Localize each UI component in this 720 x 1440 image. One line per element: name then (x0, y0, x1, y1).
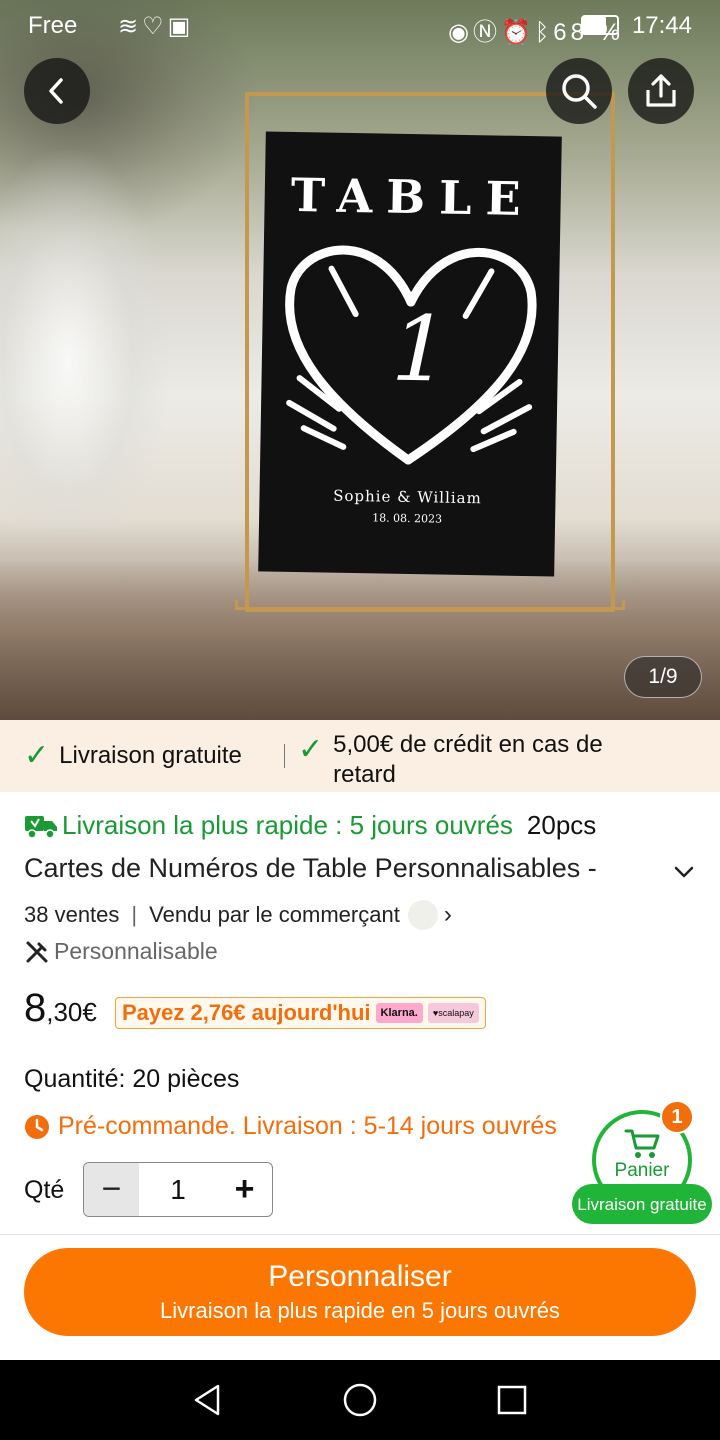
late-credit-label: 5,00€ de crédit en cas de retard (333, 731, 603, 788)
personalize-button[interactable]: Personnaliser Livraison la plus rapide e… (24, 1248, 696, 1336)
background-vase (0, 150, 170, 530)
back-button[interactable] (24, 58, 90, 124)
personalize-label: Personnaliser (268, 1260, 452, 1293)
card-title: TABLE (290, 167, 536, 227)
share-button[interactable] (628, 58, 694, 124)
preorder-row: Pré-commande. Livraison : 5-14 jours ouv… (24, 1112, 557, 1141)
seller-logo (407, 900, 438, 930)
installment-badge[interactable]: Payez 2,76€ aujourd'hui Klarna. ♥scalapa… (115, 997, 486, 1029)
sales-count: 38 ventes (24, 902, 120, 927)
system-nav-bar (0, 1360, 720, 1440)
chevron-down-icon[interactable] (672, 860, 696, 884)
clock: 17:44 (631, 12, 692, 39)
status-icons-left: ≋♡▣ (118, 12, 194, 41)
chevron-left-icon (49, 78, 63, 104)
product-title[interactable]: Cartes de Numéros de Table Personnalisab… (24, 853, 654, 884)
bluetooth-icon: ᛒ (534, 19, 554, 46)
clock-icon (25, 1114, 49, 1139)
product-image[interactable]: TABLE 1 Sophie & William 18. 08. 2023 Fr… (0, 0, 720, 720)
check-icon: ✓ (298, 733, 324, 766)
heart-icon: ♡ (142, 13, 168, 40)
card-names: Sophie & William (333, 486, 482, 508)
cart-icon (624, 1129, 660, 1158)
status-bar: Free ≋♡▣ ◉Ⓝ⏰ᛒ68 % 17:44 (0, 0, 720, 52)
alarm-icon: ⏰ (501, 19, 535, 46)
scalapay-logo: ♥scalapay (427, 1003, 479, 1023)
qty-label: Qté (24, 1176, 65, 1204)
pay-today-label: Payez 2,76€ aujourd'hui (122, 1000, 371, 1025)
cart-count-badge: 1 (660, 1100, 694, 1134)
check-icon: ✓ (24, 739, 50, 772)
preorder-label: Pré-commande. Livraison : 5-14 jours ouv… (58, 1112, 557, 1140)
separator: | (131, 902, 138, 927)
wifi-icon: ≋ (118, 13, 143, 40)
chevron-right-icon: › (443, 901, 452, 928)
search-button[interactable] (546, 58, 612, 124)
price: 8,30€ (24, 986, 97, 1031)
late-credit-item: ✓ 5,00€ de crédit en cas de retard (298, 730, 653, 790)
seller-row[interactable]: 38 ventes | Vendu par le commerçant › (24, 900, 452, 930)
price-integer: 8 (24, 986, 47, 1030)
home-nav-icon[interactable] (342, 1382, 378, 1418)
fastest-delivery-label: Livraison la plus rapide : 5 jours ouvré… (62, 810, 513, 840)
delivery-banner[interactable]: ✓ Livraison gratuite ✓ 5,00€ de crédit e… (0, 720, 720, 792)
cart-label: Panier (614, 1160, 670, 1181)
klarna-logo: Klarna. (375, 1003, 423, 1023)
eye-icon: ◉ (448, 19, 473, 46)
share-icon (646, 74, 676, 107)
image-counter: 1/9 (624, 656, 702, 698)
divider (0, 1234, 720, 1235)
free-delivery-item: ✓ Livraison gratuite (24, 738, 242, 773)
truck-icon (25, 815, 57, 839)
skeleton-heart-graphic: 1 (285, 245, 537, 465)
gold-frame-base (235, 600, 625, 610)
card-date: 18. 08. 2023 (372, 511, 443, 526)
quantity-stepper[interactable]: − 1 + (83, 1162, 273, 1217)
quantity-info: Quantité: 20 pièces (24, 1065, 240, 1093)
personalize-sublabel: Livraison la plus rapide en 5 jours ouvr… (160, 1298, 560, 1323)
carrier-label: Free (28, 12, 78, 39)
battery-fill (583, 17, 607, 33)
banner-divider (284, 744, 285, 768)
increment-button[interactable]: + (217, 1163, 272, 1216)
nfc-icon: Ⓝ (473, 19, 501, 46)
seller-label: Vendu par le commerçant (149, 902, 400, 927)
price-decimal: ,30€ (46, 997, 97, 1027)
customizable-row: Personnalisable (24, 938, 218, 965)
table-card: TABLE 1 Sophie & William 18. 08. 2023 (258, 131, 562, 577)
quantity-value[interactable]: 1 (139, 1163, 217, 1216)
card-number: 1 (391, 297, 450, 403)
free-delivery-label: Livraison gratuite (59, 741, 242, 769)
recents-nav-icon[interactable] (496, 1384, 528, 1416)
search-icon (562, 74, 597, 109)
customizable-label: Personnalisable (54, 938, 218, 964)
customize-icon (26, 941, 48, 962)
archive-icon: ▣ (167, 13, 195, 40)
fastest-delivery-row: Livraison la plus rapide : 5 jours ouvré… (24, 810, 596, 841)
cart-free-delivery-pill[interactable]: Livraison gratuite (572, 1184, 712, 1224)
back-nav-icon[interactable] (190, 1382, 224, 1418)
pack-size: 20pcs (526, 810, 597, 840)
decrement-button[interactable]: − (84, 1163, 139, 1216)
battery-icon (581, 15, 619, 35)
